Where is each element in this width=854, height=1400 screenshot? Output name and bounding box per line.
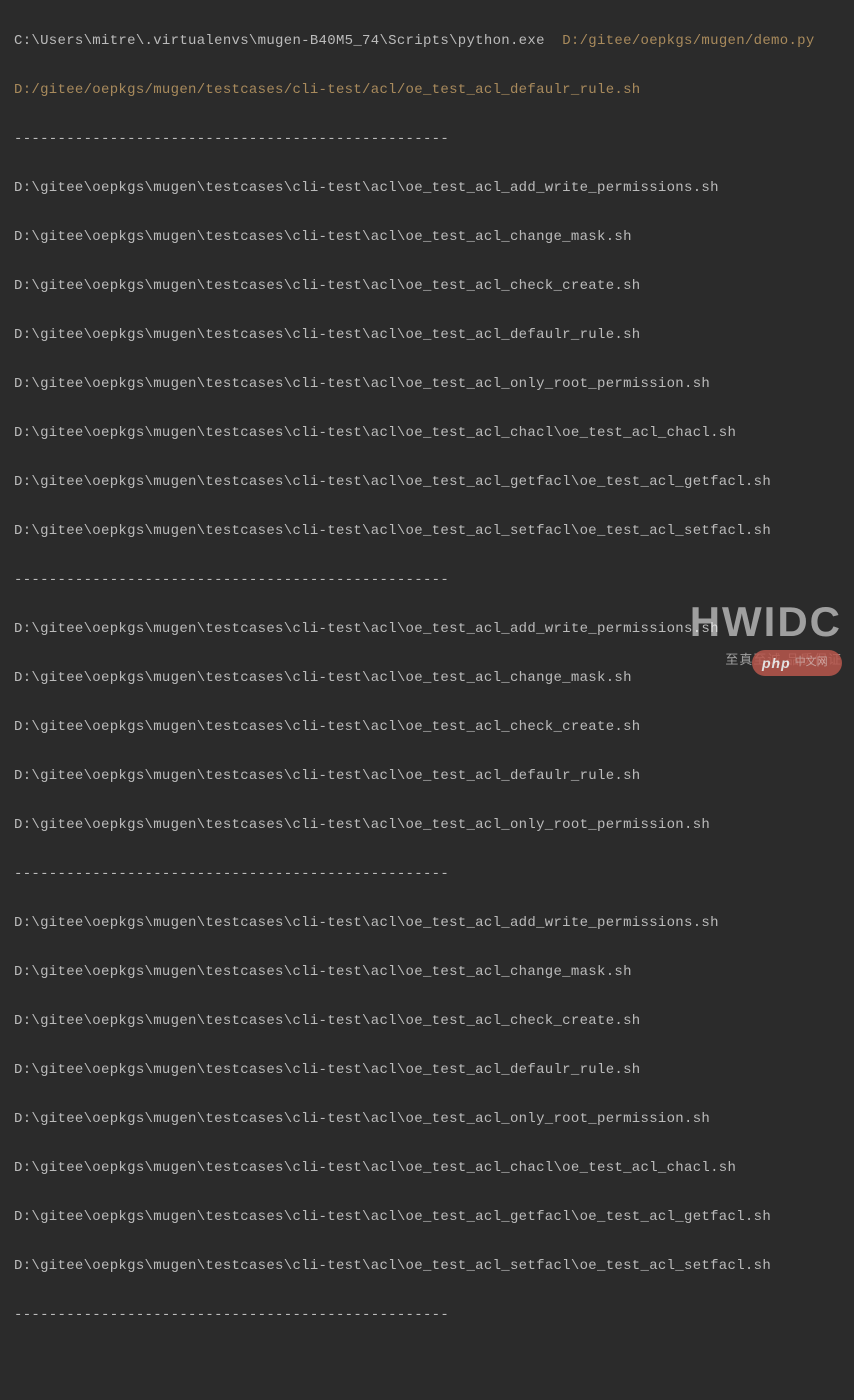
output-line: D:\gitee\oepkgs\mugen\testcases\cli-test…: [14, 666, 854, 691]
output-line: D:\gitee\oepkgs\mugen\testcases\cli-test…: [14, 1009, 854, 1034]
output-line: D:\gitee\oepkgs\mugen\testcases\cli-test…: [14, 1205, 854, 1230]
output-line: D:\gitee\oepkgs\mugen\testcases\cli-test…: [14, 176, 854, 201]
output-line: D:\gitee\oepkgs\mugen\testcases\cli-test…: [14, 372, 854, 397]
output-line: D:\gitee\oepkgs\mugen\testcases\cli-test…: [14, 911, 854, 936]
command-line: C:\Users\mitre\.virtualenvs\mugen-B40M5_…: [14, 29, 854, 54]
output-line: D:\gitee\oepkgs\mugen\testcases\cli-test…: [14, 1254, 854, 1279]
output-line: D:\gitee\oepkgs\mugen\testcases\cli-test…: [14, 421, 854, 446]
output-line: D:\gitee\oepkgs\mugen\testcases\cli-test…: [14, 617, 854, 642]
output-line: D:\gitee\oepkgs\mugen\testcases\cli-test…: [14, 813, 854, 838]
output-line: D:\gitee\oepkgs\mugen\testcases\cli-test…: [14, 715, 854, 740]
terminal-output[interactable]: C:\Users\mitre\.virtualenvs\mugen-B40M5_…: [14, 4, 854, 1400]
output-line: D:\gitee\oepkgs\mugen\testcases\cli-test…: [14, 470, 854, 495]
script-path: D:/gitee/oepkgs/mugen/demo.py: [562, 33, 814, 49]
initial-script-path: D:/gitee/oepkgs/mugen/testcases/cli-test…: [14, 78, 854, 103]
output-line: D:\gitee\oepkgs\mugen\testcases\cli-test…: [14, 1156, 854, 1181]
blank-line: [14, 1352, 854, 1377]
separator: ----------------------------------------…: [14, 862, 854, 887]
output-line: D:\gitee\oepkgs\mugen\testcases\cli-test…: [14, 274, 854, 299]
output-line: D:\gitee\oepkgs\mugen\testcases\cli-test…: [14, 1058, 854, 1083]
output-line: D:\gitee\oepkgs\mugen\testcases\cli-test…: [14, 1107, 854, 1132]
output-line: D:\gitee\oepkgs\mugen\testcases\cli-test…: [14, 225, 854, 250]
separator: ----------------------------------------…: [14, 568, 854, 593]
output-line: D:\gitee\oepkgs\mugen\testcases\cli-test…: [14, 764, 854, 789]
output-line: D:\gitee\oepkgs\mugen\testcases\cli-test…: [14, 323, 854, 348]
separator: ----------------------------------------…: [14, 1303, 854, 1328]
separator: ----------------------------------------…: [14, 127, 854, 152]
python-exe-path: C:\Users\mitre\.virtualenvs\mugen-B40M5_…: [14, 33, 545, 49]
output-line: D:\gitee\oepkgs\mugen\testcases\cli-test…: [14, 519, 854, 544]
output-line: D:\gitee\oepkgs\mugen\testcases\cli-test…: [14, 960, 854, 985]
